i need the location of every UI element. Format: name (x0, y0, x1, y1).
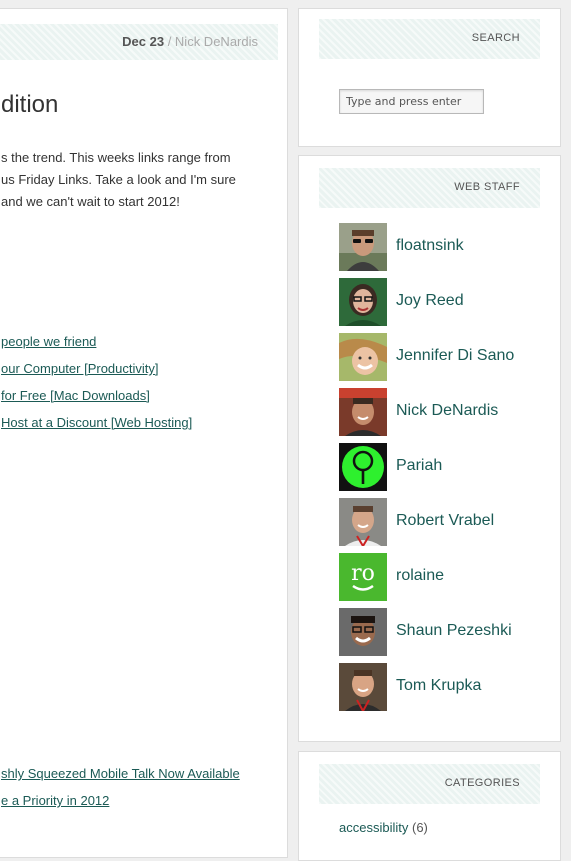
staff-name: Jennifer Di Sano (396, 347, 515, 364)
staff-member[interactable]: Tom Krupka (339, 663, 539, 711)
ro-logo-text: ro (351, 561, 375, 586)
staff-name: floatnsink (396, 237, 464, 254)
staff-name: Robert Vrabel (396, 512, 495, 529)
web-staff-title: WEB STAFF (454, 181, 520, 193)
post-meta-bar: Dec 23 / Nick DeNardis (0, 24, 278, 60)
post-paragraph-line: s the trend. This weeks links range from (1, 150, 231, 165)
staff-member[interactable]: floatnsink (339, 223, 539, 271)
category-item[interactable]: accessibility (6) (339, 820, 428, 835)
post-paragraph-line: and we can't wait to start 2012! (1, 194, 180, 209)
related-post-link[interactable]: shly Squeezed Mobile Talk Now Available (1, 766, 240, 781)
search-widget: SEARCH (298, 8, 561, 147)
person-smiling-icon (339, 333, 387, 381)
person-lanyard-icon (339, 498, 387, 546)
person-sunglasses-icon (339, 223, 387, 271)
web-staff-widget: WEB STAFF floatnsink Joy Reed Jennifer D… (298, 155, 561, 742)
post-author-link[interactable]: Nick DeNardis (175, 34, 258, 49)
staff-name: Nick DeNardis (396, 402, 499, 419)
post-meta: Dec 23 / Nick DeNardis (122, 34, 258, 49)
search-widget-header: SEARCH (319, 19, 540, 59)
staff-member[interactable]: Nick DeNardis (339, 388, 539, 436)
staff-member[interactable]: Robert Vrabel (339, 498, 539, 546)
staff-member[interactable]: ro rolaine (339, 553, 539, 601)
person-lanyard-icon (339, 663, 387, 711)
ro-logo-icon: ro (339, 553, 387, 601)
category-link[interactable]: accessibility (339, 820, 408, 835)
person-glasses-icon (339, 278, 387, 326)
post-link[interactable]: Host at a Discount [Web Hosting] (1, 415, 192, 430)
categories-widget: CATEGORIES accessibility (6) (298, 751, 561, 861)
related-post-link[interactable]: e a Priority in 2012 (1, 793, 109, 808)
staff-member[interactable]: Pariah (339, 443, 539, 491)
staff-member[interactable]: Jennifer Di Sano (339, 333, 539, 381)
post-link[interactable]: people we friend (1, 334, 96, 349)
categories-header: CATEGORIES (319, 764, 540, 804)
post-meta-separator: / (164, 34, 175, 49)
search-input[interactable] (339, 89, 484, 114)
post-paragraph-line: us Friday Links. Take a look and I'm sur… (1, 172, 236, 187)
person-outdoor-icon (339, 388, 387, 436)
staff-name: Joy Reed (396, 292, 464, 309)
post-date: Dec 23 (122, 34, 165, 49)
post-title: dition (1, 91, 59, 118)
web-staff-header: WEB STAFF (319, 168, 540, 208)
search-widget-title: SEARCH (471, 32, 520, 44)
categories-title: CATEGORIES (444, 777, 520, 789)
staff-name: Pariah (396, 457, 443, 474)
green-keyhole-logo-icon (339, 443, 387, 491)
post-link[interactable]: our Computer [Productivity] (1, 361, 159, 376)
staff-member[interactable]: Shaun Pezeshki (339, 608, 539, 656)
staff-name: rolaine (396, 567, 445, 584)
post-panel: Dec 23 / Nick DeNardis dition s the tren… (0, 8, 288, 858)
post-link[interactable]: for Free [Mac Downloads] (1, 388, 150, 403)
category-count: (6) (411, 820, 428, 835)
staff-name: Tom Krupka (396, 677, 482, 694)
staff-name: Shaun Pezeshki (396, 622, 512, 639)
person-glasses-smile-icon (339, 608, 387, 656)
staff-member[interactable]: Joy Reed (339, 278, 539, 326)
